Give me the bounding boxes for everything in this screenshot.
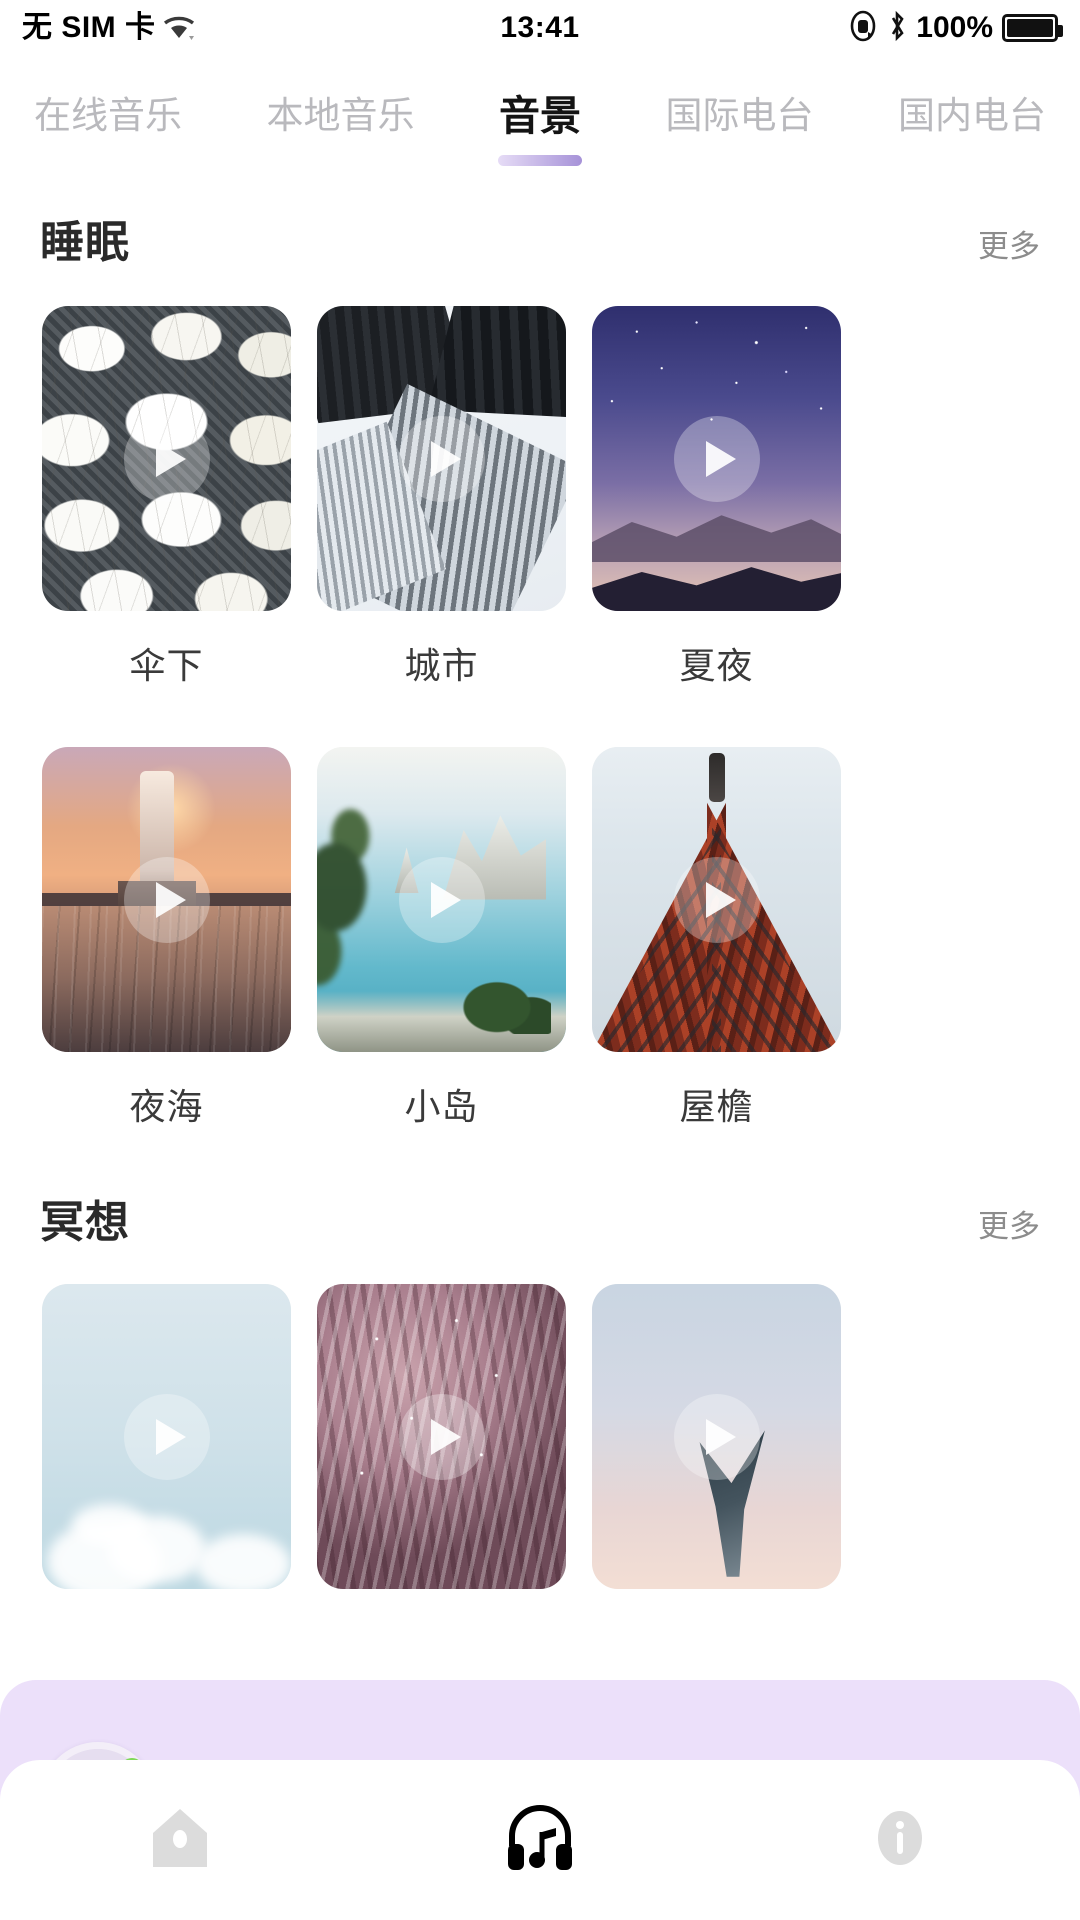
section-title: 冥想 bbox=[40, 1198, 130, 1247]
play-icon[interactable] bbox=[398, 415, 485, 502]
card-marble[interactable] bbox=[317, 1284, 566, 1589]
card-eave[interactable]: 屋檐 bbox=[592, 747, 841, 1130]
app-screen: 无 SIM 卡 13:41 100% 在线音乐 本地音乐 音景 国际电台 国内电… bbox=[0, 0, 1080, 1920]
card-summer-night[interactable]: 夏夜 bbox=[592, 306, 841, 689]
info-icon bbox=[867, 1803, 933, 1878]
card-artwork bbox=[592, 306, 841, 611]
card-night-sea[interactable]: 夜海 bbox=[42, 747, 291, 1130]
bluetooth-icon bbox=[887, 10, 907, 47]
tab-active-underline bbox=[498, 155, 582, 166]
tab-local-music[interactable]: 本地音乐 bbox=[267, 85, 415, 145]
card-artwork bbox=[317, 306, 566, 611]
tab-online-music[interactable]: 在线音乐 bbox=[34, 85, 182, 145]
wifi-icon bbox=[162, 14, 196, 42]
tab-bar[interactable]: 在线音乐 本地音乐 音景 国际电台 国内电台 bbox=[0, 62, 1080, 168]
home-icon bbox=[147, 1803, 213, 1878]
tab-label: 在线音乐 bbox=[34, 95, 182, 136]
rotation-lock-icon bbox=[848, 10, 878, 47]
card-artwork bbox=[42, 1284, 291, 1589]
battery-full-icon bbox=[1002, 14, 1063, 42]
tab-international-radio[interactable]: 国际电台 bbox=[666, 85, 814, 145]
card-artwork bbox=[592, 1284, 841, 1589]
card-artwork bbox=[317, 1284, 566, 1589]
section-header-meditation: 冥想 更多 bbox=[0, 1186, 1080, 1250]
play-icon[interactable] bbox=[673, 1393, 760, 1480]
play-icon[interactable] bbox=[123, 1393, 210, 1480]
card-grid-meditation-row1 bbox=[0, 1284, 1080, 1589]
section-header-sleep: 睡眠 更多 bbox=[0, 206, 1080, 270]
carrier-label: 无 SIM 卡 bbox=[22, 11, 156, 44]
card-artwork bbox=[592, 747, 841, 1052]
content-scroll-area[interactable]: 睡眠 更多 伞下 城市 夏夜 夜海 小岛 屋檐 冥想 更多 bbox=[0, 200, 1080, 1589]
nav-item-home[interactable] bbox=[120, 1785, 240, 1895]
play-icon[interactable] bbox=[673, 856, 760, 943]
tab-label: 音景 bbox=[499, 93, 581, 139]
status-bar-left: 无 SIM 卡 bbox=[22, 13, 196, 43]
card-artwork bbox=[42, 306, 291, 611]
bottom-navigation-bar[interactable] bbox=[0, 1760, 1080, 1920]
card-label: 伞下 bbox=[129, 645, 204, 686]
card-grid-sleep-row2: 夜海 小岛 屋檐 bbox=[0, 747, 1080, 1130]
card-grid-sleep-row1: 伞下 城市 夏夜 bbox=[0, 306, 1080, 689]
nav-item-soundscape[interactable] bbox=[480, 1785, 600, 1895]
section-more-button[interactable]: 更多 bbox=[978, 1201, 1040, 1246]
card-label: 小岛 bbox=[404, 1086, 479, 1127]
card-whale[interactable] bbox=[592, 1284, 841, 1589]
play-icon[interactable] bbox=[398, 856, 485, 943]
card-island[interactable]: 小岛 bbox=[317, 747, 566, 1130]
card-label: 夏夜 bbox=[679, 645, 754, 686]
card-umbrella[interactable]: 伞下 bbox=[42, 306, 291, 689]
card-artwork bbox=[42, 747, 291, 1052]
card-label: 城市 bbox=[404, 645, 479, 686]
status-bar: 无 SIM 卡 13:41 100% bbox=[0, 0, 1080, 56]
card-artwork bbox=[317, 747, 566, 1052]
card-city[interactable]: 城市 bbox=[317, 306, 566, 689]
battery-percent-label: 100% bbox=[916, 11, 993, 44]
nav-item-info[interactable] bbox=[840, 1785, 960, 1895]
status-bar-right: 100% bbox=[848, 10, 1063, 47]
headphones-music-icon bbox=[502, 1802, 578, 1879]
tab-domestic-radio[interactable]: 国内电台 bbox=[898, 85, 1046, 145]
card-clouds[interactable] bbox=[42, 1284, 291, 1589]
card-label: 屋檐 bbox=[679, 1086, 754, 1127]
play-icon[interactable] bbox=[123, 856, 210, 943]
play-icon[interactable] bbox=[398, 1393, 485, 1480]
section-title: 睡眠 bbox=[40, 218, 130, 267]
tab-soundscape[interactable]: 音景 bbox=[498, 82, 582, 166]
tab-label: 本地音乐 bbox=[266, 95, 415, 136]
card-label: 夜海 bbox=[129, 1086, 204, 1127]
section-more-button[interactable]: 更多 bbox=[978, 221, 1040, 266]
tab-label: 国内电台 bbox=[898, 95, 1046, 136]
play-icon[interactable] bbox=[123, 415, 210, 502]
tab-label: 国际电台 bbox=[665, 95, 814, 136]
play-icon[interactable] bbox=[673, 415, 760, 502]
